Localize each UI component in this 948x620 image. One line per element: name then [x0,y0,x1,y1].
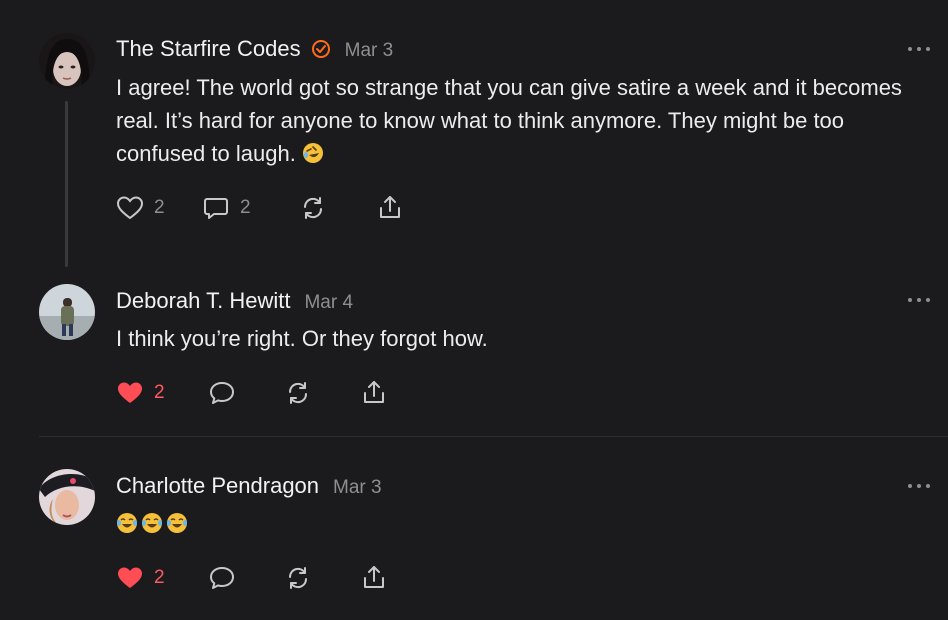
comment-date[interactable]: Mar 3 [333,477,382,499]
comment-header: The Starfire Codes Mar 3 [116,36,393,62]
share-button[interactable] [376,194,404,222]
share-icon [380,196,400,218]
heart-icon [118,382,142,403]
share-button[interactable] [360,564,388,592]
like-button[interactable]: 2 [116,564,165,592]
comment-text-content: I think you’re right. Or they forgot how… [116,326,488,351]
comment-text [116,507,916,540]
speech-bubble-icon [204,198,228,219]
more-dots-icon[interactable] [908,295,930,305]
like-button[interactable]: 2 [116,379,165,407]
comment-header: Deborah T. Hewitt Mar 4 [116,288,353,314]
like-count: 2 [154,382,165,403]
speech-bubble-icon [210,567,234,589]
author-name[interactable]: Charlotte Pendragon [116,473,319,499]
avatar-charlotte[interactable] [39,469,95,525]
comment-2: Deborah T. Hewitt Mar 4 I think you’re r… [0,270,948,436]
repost-icon [288,567,308,589]
share-icon [364,381,384,403]
share-icon [364,566,384,588]
restack-button[interactable] [284,379,312,407]
reply-button[interactable] [208,564,236,592]
comment-date[interactable]: Mar 3 [345,40,394,62]
avatar-deborah[interactable] [39,284,95,340]
comment-header: Charlotte Pendragon Mar 3 [116,473,382,499]
restack-button[interactable] [299,194,327,222]
restack-button[interactable] [284,564,312,592]
thread-line [65,101,68,267]
comment-3: Charlotte Pendragon Mar 3 2 [0,437,948,620]
comment-text: I think you’re right. Or they forgot how… [116,322,916,355]
reply-button[interactable]: 2 [202,194,251,222]
like-count: 2 [154,197,165,218]
comment-text-content: I agree! The world got so strange that y… [116,75,902,166]
rolling-laughing-emoji-icon [302,140,324,163]
comment-date[interactable]: Mar 4 [304,292,353,314]
author-name[interactable]: The Starfire Codes [116,36,301,62]
more-dots-icon[interactable] [908,481,930,491]
heart-icon [118,567,142,588]
like-count: 2 [154,567,165,588]
tears-of-joy-emoji-icon [116,510,190,533]
more-dots-icon[interactable] [908,44,930,54]
heart-icon [116,196,144,220]
reply-count: 2 [240,197,251,218]
avatar-starfire[interactable] [39,33,95,89]
repost-icon [288,382,308,404]
share-button[interactable] [360,379,388,407]
comment-text: I agree! The world got so strange that y… [116,71,916,170]
author-name[interactable]: Deborah T. Hewitt [116,288,290,314]
like-button[interactable]: 2 [116,194,165,222]
repost-icon [303,197,323,219]
speech-bubble-icon [210,382,234,404]
reply-button[interactable] [208,379,236,407]
verified-badge-icon [311,39,331,59]
comment-1: The Starfire Codes Mar 3 I agree! The wo… [0,0,948,270]
